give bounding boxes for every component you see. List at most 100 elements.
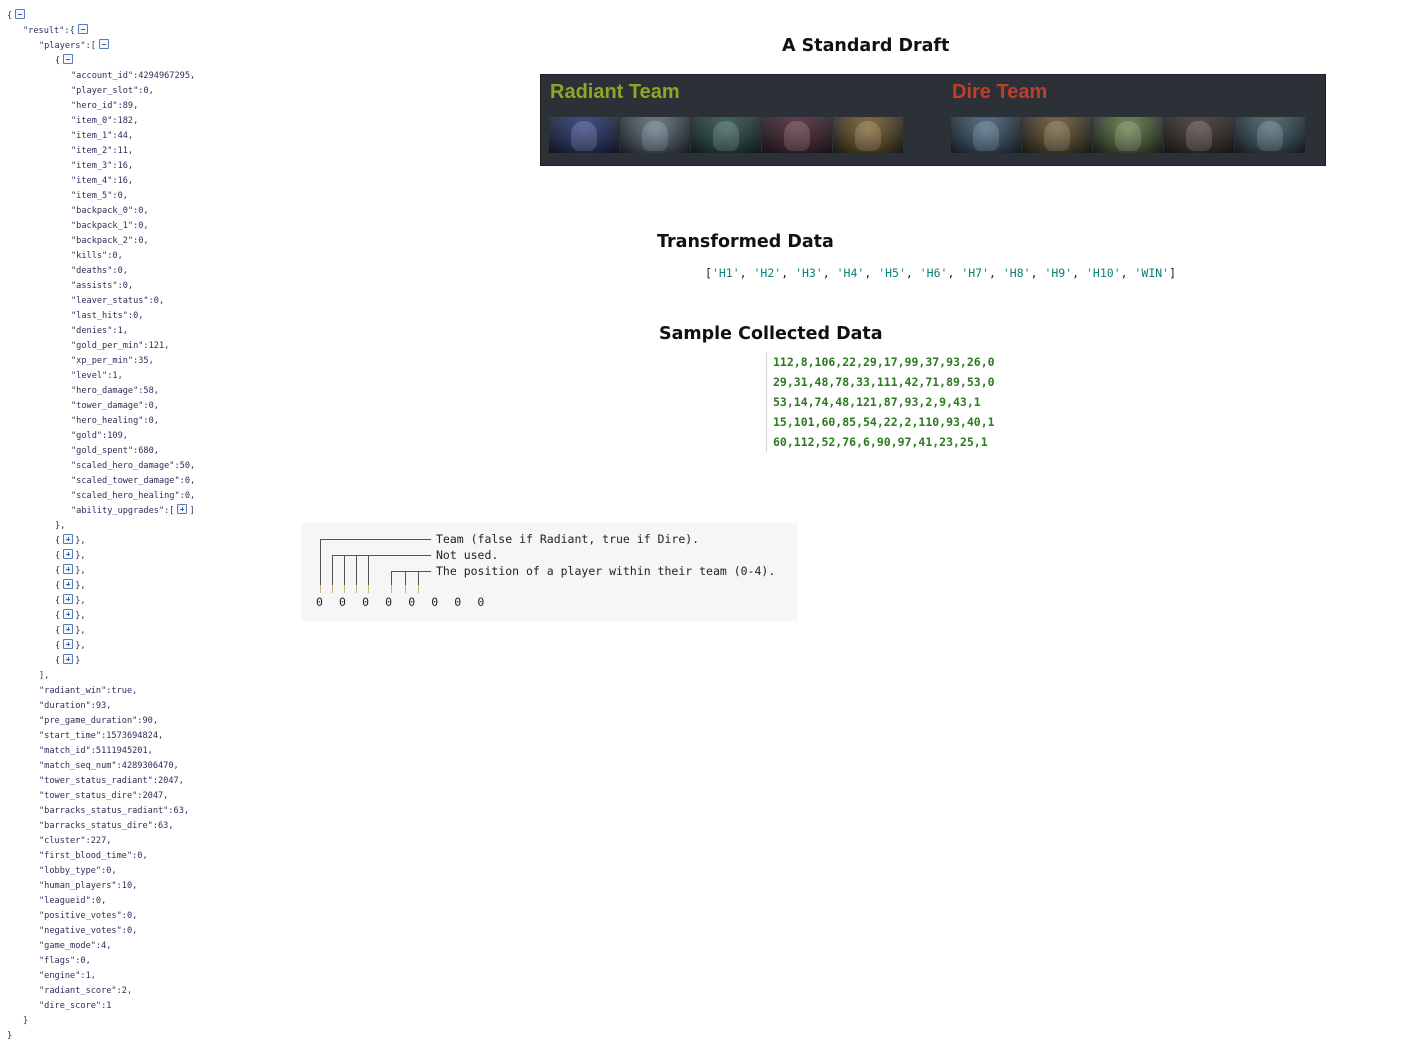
json-line-text: "xp_per_min":35,: [71, 356, 154, 366]
json-line-text: "kills":0,: [71, 251, 123, 261]
json-line-text: "level":1,: [71, 371, 123, 381]
json-tree-line: "cluster":227,: [7, 834, 195, 849]
json-tree-line: {: [7, 54, 195, 69]
tidehunter-hero-portrait-icon: [1235, 117, 1305, 153]
sample-data-block: 112,8,106,22,29,17,99,37,93,26,0 29,31,48…: [766, 352, 995, 452]
list-item: 'H1': [711, 266, 740, 280]
json-line-text: {: [7, 11, 13, 21]
expand-icon[interactable]: [63, 534, 74, 544]
sample-data-row: 53,14,74,48,121,87,93,2,9,43,1: [773, 395, 981, 409]
json-tree-line: "tower_status_radiant":2047,: [7, 774, 195, 789]
expand-icon[interactable]: [63, 564, 74, 574]
collapse-icon[interactable]: [15, 9, 26, 19]
list-separator: ,: [947, 266, 962, 280]
collapse-icon[interactable]: [98, 39, 109, 49]
json-line-text: "backpack_1":0,: [71, 221, 149, 231]
position-bits-connector: [391, 571, 431, 593]
bear-hero-portrait-icon: [1164, 117, 1234, 153]
json-tree-line: "match_seq_num":4289306470,: [7, 759, 195, 774]
json-line-text: "radiant_score":2,: [39, 986, 133, 996]
json-tree-line: "item_5":0,: [7, 189, 195, 204]
json-line-text: ],: [39, 671, 50, 681]
json-line-text: "player_slot":0,: [71, 86, 154, 96]
winged-hero-portrait-icon: [691, 117, 761, 153]
json-line-text: "dire_score":1: [39, 1001, 112, 1011]
expand-icon[interactable]: [63, 549, 74, 559]
json-tree-line: "item_4":16,: [7, 174, 195, 189]
expand-icon[interactable]: [63, 609, 74, 619]
json-line-closing: },: [75, 551, 86, 561]
json-tree-line: "match_id":5111945201,: [7, 744, 195, 759]
json-tree-line: "leaver_status":0,: [7, 294, 195, 309]
player-slot-bit-diagram: Team (false if Radiant, true if Dire). N…: [301, 523, 797, 621]
team-bit-label: Team (false if Radiant, true if Dire).: [436, 532, 700, 546]
json-tree-line: {},: [7, 609, 195, 624]
hero-silhouette: [1044, 121, 1070, 151]
json-tree-line: {},: [7, 624, 195, 639]
json-line-text: "item_2":11,: [71, 146, 134, 156]
json-tree-line: "player_slot":0,: [7, 84, 195, 99]
json-line-text: "cluster":227,: [39, 836, 112, 846]
sample-data-row: 112,8,106,22,29,17,99,37,93,26,0: [773, 355, 995, 369]
sample-data-row: 15,101,60,85,54,22,2,110,93,40,1: [773, 415, 995, 429]
expand-icon[interactable]: [63, 654, 74, 664]
json-line-text: "result":{: [23, 26, 75, 36]
expand-icon[interactable]: [63, 579, 74, 589]
expand-icon[interactable]: [63, 624, 74, 634]
hero-silhouette: [1186, 121, 1212, 151]
list-separator: ,: [1072, 266, 1086, 280]
json-line-text: "match_id":5111945201,: [39, 746, 153, 756]
list-item: 'H7': [961, 266, 990, 280]
sample-data-title: Sample Collected Data: [659, 324, 883, 344]
json-line-text: }: [23, 1016, 29, 1026]
json-line-text: "backpack_0":0,: [71, 206, 149, 216]
json-tree-line: "human_players":10,: [7, 879, 195, 894]
json-line-text: "leagueid":0,: [39, 896, 107, 906]
json-tree-line: "leagueid":0,: [7, 894, 195, 909]
json-line-text: "gold_spent":680,: [71, 446, 159, 456]
collapse-icon[interactable]: [77, 24, 88, 34]
json-line-text: "flags":0,: [39, 956, 91, 966]
json-tree-line: }: [7, 1029, 195, 1044]
hero-silhouette: [784, 121, 810, 151]
json-line-text: "pre_game_duration":90,: [39, 716, 158, 726]
dire-hero-row: [951, 117, 1305, 153]
sample-data-row: 60,112,52,76,6,90,97,41,23,25,1: [773, 435, 988, 449]
draft-title: A Standard Draft: [782, 36, 950, 56]
json-tree-line: }: [7, 1014, 195, 1029]
hero-silhouette: [1115, 121, 1141, 151]
json-line-text: "item_1":44,: [71, 131, 134, 141]
json-line-text: },: [55, 521, 66, 531]
json-line-text: "gold":109,: [71, 431, 128, 441]
json-line-text: "barracks_status_radiant":63,: [39, 806, 190, 816]
json-tree-line: "result":{: [7, 24, 195, 39]
json-line-text: {: [55, 581, 61, 591]
draft-panel: Radiant Team Dire Team: [540, 74, 1326, 166]
json-tree-line: "pre_game_duration":90,: [7, 714, 195, 729]
not-used-label: Not used.: [436, 548, 499, 562]
json-tree-line: {},: [7, 594, 195, 609]
json-line-text: "barracks_status_dire":63,: [39, 821, 174, 831]
json-tree-line: "positive_votes":0,: [7, 909, 195, 924]
list-separator: ,: [781, 266, 796, 280]
json-tree-line: "first_blood_time":0,: [7, 849, 195, 864]
expand-icon[interactable]: [63, 639, 74, 649]
json-line-text: "account_id":4294967295,: [71, 71, 196, 81]
collapse-icon[interactable]: [63, 54, 74, 64]
expand-icon[interactable]: [63, 594, 74, 604]
json-line-closing: },: [75, 596, 86, 606]
json-line-text: {: [55, 551, 61, 561]
json-tree-line: "item_3":16,: [7, 159, 195, 174]
sample-data-row: 29,31,48,78,33,111,42,71,89,53,0: [773, 375, 995, 389]
json-tree-line: "item_0":182,: [7, 114, 195, 129]
json-line-text: {: [55, 656, 61, 666]
transformed-data-title: Transformed Data: [657, 232, 834, 252]
json-line-text: "scaled_tower_damage":0,: [71, 476, 196, 486]
position-bits-label: The position of a player within their te…: [436, 564, 776, 578]
json-line-text: {: [55, 641, 61, 651]
expand-icon[interactable]: [177, 504, 188, 514]
json-line-text: "last_hits":0,: [71, 311, 144, 321]
json-tree-line: "engine":1,: [7, 969, 195, 984]
json-line-text: {: [55, 626, 61, 636]
json-tree-line: },: [7, 519, 195, 534]
